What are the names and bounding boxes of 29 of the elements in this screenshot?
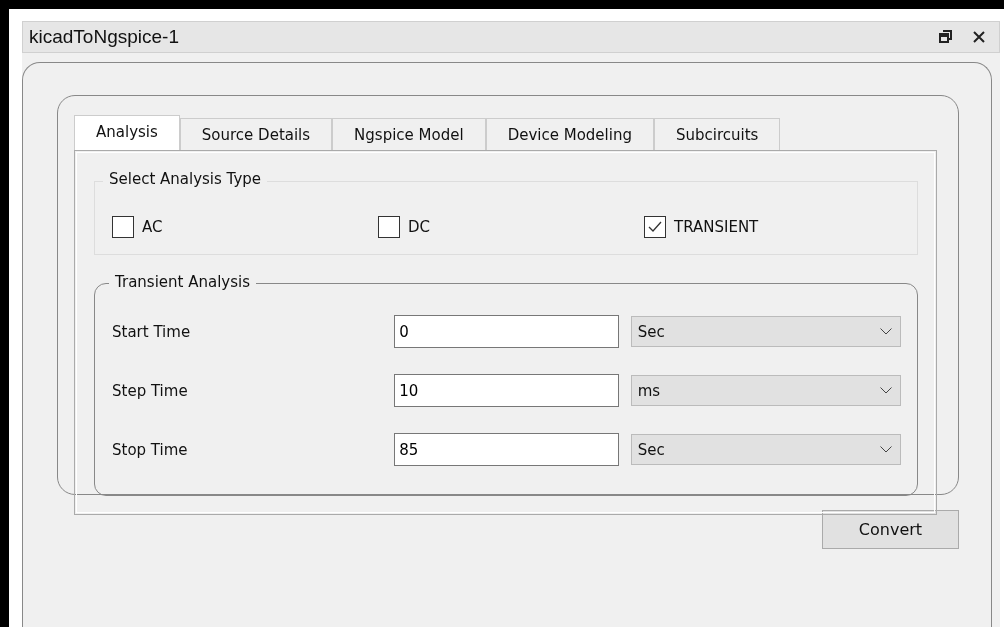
checkbox[interactable] <box>644 216 666 238</box>
chevron-down-icon <box>880 387 892 394</box>
close-icon[interactable] <box>973 31 985 43</box>
unit-dropdown[interactable]: Sec <box>630 316 901 347</box>
field-label: Step Time <box>112 381 189 400</box>
unit-dropdown[interactable]: ms <box>630 375 901 406</box>
field-label: Stop Time <box>112 440 189 459</box>
tab[interactable]: Ngspice Model <box>332 118 486 150</box>
tab[interactable]: Subcircuits <box>653 118 781 150</box>
checkbox-label: TRANSIENT <box>674 218 759 236</box>
group-title: Transient Analysis <box>109 273 256 291</box>
input-field[interactable]: 10 <box>394 374 619 407</box>
checkbox-label: DC <box>408 218 431 236</box>
chevron-down-icon <box>880 446 892 453</box>
group-title: Select Analysis Type <box>103 170 268 188</box>
tab[interactable]: Analysis <box>74 115 180 150</box>
tab[interactable]: Device Modeling <box>485 118 654 150</box>
field-label: Start Time <box>112 322 192 341</box>
tab[interactable]: Source Details <box>179 118 333 150</box>
input-field[interactable]: 85 <box>394 433 619 466</box>
chevron-down-icon <box>880 328 892 335</box>
checkbox[interactable] <box>378 216 400 238</box>
convert-button[interactable]: Convert <box>822 510 959 549</box>
checkbox-label: AC <box>142 218 163 236</box>
unit-dropdown[interactable]: Sec <box>630 434 901 465</box>
input-field[interactable]: 0 <box>394 315 619 348</box>
checkbox[interactable] <box>112 216 134 238</box>
restore-icon[interactable] <box>939 30 953 44</box>
window-title: kicadToNgspice-1 <box>29 26 180 48</box>
